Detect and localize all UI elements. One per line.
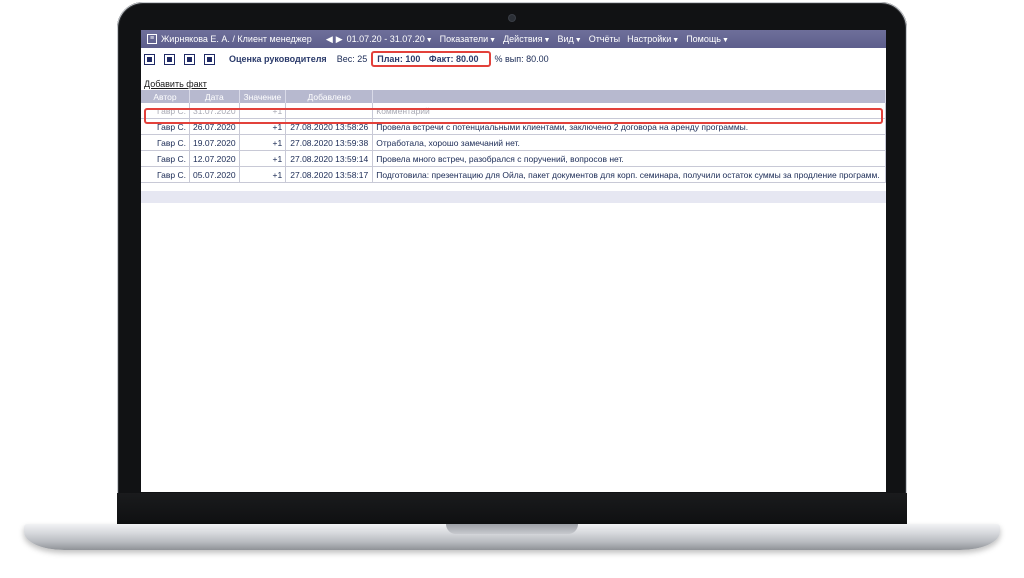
row-author: Гавр С. (141, 118, 190, 135)
row-added: 27.08.2020 13:59:14 (285, 150, 374, 167)
input-comment[interactable]: Комментарий (372, 103, 886, 119)
col-author[interactable]: Автор (141, 90, 190, 103)
row-value: +1 (239, 166, 287, 183)
input-added (285, 103, 374, 119)
input-author[interactable]: Гавр С. (141, 103, 190, 119)
row-author: Гавр С. (141, 134, 190, 151)
row-comment: Подготовила: презентацию для Ойла, пакет… (372, 166, 886, 183)
table-row[interactable]: Гавр С. 12.07.2020 +1 27.08.2020 13:59:1… (141, 150, 886, 167)
col-value[interactable]: Значение (239, 90, 287, 103)
user-label[interactable]: Жирнякова Е. А. / Клиент менеджер (161, 34, 312, 44)
toolbar-button-1[interactable] (144, 53, 155, 65)
prev-period-icon[interactable]: ◀ (326, 34, 333, 45)
table-row[interactable]: Гавр С. 26.07.2020 +1 27.08.2020 13:58:2… (141, 118, 886, 135)
table-footer (141, 191, 886, 203)
toolbar-button-3[interactable] (184, 53, 195, 65)
col-comment (372, 90, 886, 103)
camera-dot (509, 15, 515, 21)
row-date: 12.07.2020 (189, 150, 240, 167)
menubar: ≡ Жирнякова Е. А. / Клиент менеджер ◀ ▶ … (141, 30, 886, 48)
plan-value: План: 100 (377, 54, 421, 64)
row-value: +1 (239, 118, 287, 135)
row-value: +1 (239, 134, 287, 151)
new-fact-row[interactable]: Гавр С. 31.07.2020 +1 Комментарий (141, 103, 886, 119)
input-date[interactable]: 31.07.2020 (189, 103, 240, 119)
col-added[interactable]: Добавлено (285, 90, 374, 103)
facts-table: Автор Дата Значение Добавлено Гавр С. 31… (141, 90, 886, 183)
col-date[interactable]: Дата (189, 90, 240, 103)
table-row[interactable]: Гавр С. 19.07.2020 +1 27.08.2020 13:59:3… (141, 134, 886, 151)
menu-reports[interactable]: Отчёты (589, 34, 620, 44)
plan-fact-box: План: 100 Факт: 80.00 (371, 51, 491, 67)
add-fact-link[interactable]: Добавить факт (144, 79, 207, 89)
period-nav: ◀ ▶ (326, 34, 343, 45)
menu-actions[interactable]: Действия▼ (503, 34, 550, 44)
laptop-notch (446, 524, 578, 534)
row-comment: Провела встречи с потенциальными клиента… (372, 118, 886, 135)
table-row[interactable]: Гавр С. 05.07.2020 +1 27.08.2020 13:58:1… (141, 166, 886, 183)
toolbar-button-2[interactable] (164, 53, 175, 65)
row-comment: Провела много встреч, разобрался с поруч… (372, 150, 886, 167)
menu-indicators[interactable]: Показатели▼ (440, 34, 496, 44)
row-date: 19.07.2020 (189, 134, 240, 151)
row-comment: Отработала, хорошо замечаний нет. (372, 134, 886, 151)
row-author: Гавр С. (141, 150, 190, 167)
user-icon[interactable]: ≡ (147, 34, 157, 44)
row-added: 27.08.2020 13:58:26 (285, 118, 374, 135)
row-value: +1 (239, 150, 287, 167)
menu-help[interactable]: Помощь▼ (686, 34, 729, 44)
toolbar-button-4[interactable] (204, 53, 215, 65)
row-added: 27.08.2020 13:59:38 (285, 134, 374, 151)
percent-value: % вып: 80.00 (494, 54, 549, 64)
row-author: Гавр С. (141, 166, 190, 183)
period-selector[interactable]: 01.07.20 - 31.07.20▼ (347, 34, 433, 44)
row-date: 26.07.2020 (189, 118, 240, 135)
input-value[interactable]: +1 (239, 103, 287, 119)
toolbar: Оценка руководителя Вес: 25 План: 100 Фа… (141, 51, 886, 67)
row-added: 27.08.2020 13:58:17 (285, 166, 374, 183)
indicator-title: Оценка руководителя (229, 54, 327, 64)
weight-value: Вес: 25 (336, 54, 368, 64)
next-period-icon[interactable]: ▶ (336, 34, 343, 45)
menu-settings[interactable]: Настройки▼ (627, 34, 679, 44)
app-screen: ≡ Жирнякова Е. А. / Клиент менеджер ◀ ▶ … (141, 30, 886, 492)
menu-view[interactable]: Вид▼ (557, 34, 581, 44)
row-date: 05.07.2020 (189, 166, 240, 183)
fact-value: Факт: 80.00 (428, 54, 479, 64)
